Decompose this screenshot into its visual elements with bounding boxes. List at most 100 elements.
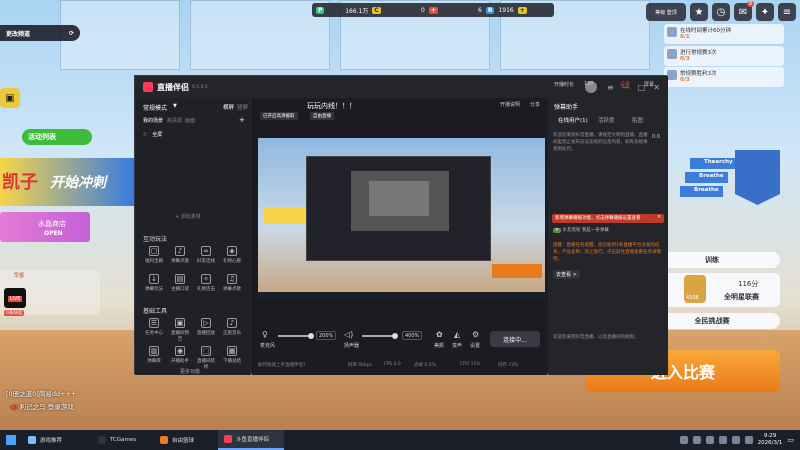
tool-item[interactable]: ▥ 弹幕库	[145, 346, 163, 370]
activity-list-button[interactable]: 活动列表	[22, 129, 92, 145]
task-item[interactable]: 进行常规赛3次 0/3	[664, 46, 784, 66]
menu-icon[interactable]: ≡	[778, 3, 796, 21]
portrait-option[interactable]: 竖屏	[237, 103, 248, 111]
taskbar-item-freestyle[interactable]: 自由篮球	[154, 430, 218, 450]
tool-item[interactable]: ♪ 正版音乐	[223, 318, 241, 342]
tab-my-scene[interactable]: 我的场景	[143, 117, 163, 124]
tool-item[interactable]: ⬚ 直播间装修	[197, 346, 215, 370]
settings-icon[interactable]: ⚙	[472, 330, 479, 339]
scene-grip-icon: ⠿	[143, 132, 147, 138]
interact-label: 弹幕点歌	[171, 259, 189, 264]
taskbar-item-live-companion[interactable]: 斗鱼直播伴侣	[218, 430, 284, 450]
scene-item[interactable]: ⠿ 全屏	[143, 131, 243, 141]
speaker-slider[interactable]	[362, 333, 398, 339]
beauty-icon[interactable]: ✿	[436, 330, 443, 339]
interact-item[interactable]: ▤ 主播口袋	[171, 274, 189, 298]
voice-change-icon[interactable]: ◭	[454, 330, 460, 339]
coin-value: 0	[420, 6, 425, 14]
windows-icon	[6, 435, 16, 445]
task-item[interactable]: 常规赛胜利3次 0/3	[664, 67, 784, 87]
volume-icon[interactable]	[744, 436, 753, 444]
tool-item[interactable]: ▦ 下播总结	[223, 346, 241, 370]
view-link[interactable]: 去查看 >	[553, 270, 580, 279]
interact-item[interactable]: ♪ 弹幕点歌	[171, 246, 189, 270]
mode-select[interactable]: 常规模式	[143, 103, 167, 112]
tool-item[interactable]: ▣ 直播间预告	[171, 318, 189, 342]
promo-banner[interactable]: 凯子 开始冲刺	[0, 158, 134, 206]
clock-icon[interactable]: ◷	[712, 3, 730, 21]
stream-info-link[interactable]: 开播说明	[500, 101, 520, 108]
close-icon[interactable]: ✕	[657, 215, 661, 220]
mic-label: 麦克风	[260, 343, 276, 349]
bulb-icon[interactable]: ✦	[756, 3, 774, 21]
nested-promo	[264, 208, 306, 224]
tool-label: 直播回放	[197, 331, 215, 336]
settings-link[interactable]: 设置	[620, 81, 630, 88]
shop-status: OPEN	[44, 230, 63, 237]
interact-item[interactable]: ∞ 好友连线	[197, 246, 215, 270]
preview-canvas[interactable]	[258, 138, 545, 300]
mic-value[interactable]: 200%	[316, 331, 337, 340]
mic-slider[interactable]	[278, 333, 314, 339]
level-button[interactable]: 等级 登顶	[646, 3, 686, 21]
channel-button[interactable]: 更改频道 ⟳	[0, 25, 80, 41]
shop-bag-icon[interactable]: ▣	[0, 88, 20, 108]
add-icon[interactable]: +	[517, 6, 527, 14]
speaker-value[interactable]: 400%	[402, 331, 423, 340]
tab-hd-source[interactable]: 高清源	[167, 117, 182, 124]
assistant-title: 弹幕助手	[554, 104, 579, 111]
speaker-icon[interactable]: ◁)	[344, 330, 353, 339]
interact-item[interactable]: ◈ 礼物心愿	[223, 246, 241, 270]
tool-item[interactable]: ☰ 任务中心	[145, 318, 163, 342]
crystal-shop-card[interactable]: 水晶商店 OPEN	[0, 212, 90, 242]
go-live-button[interactable]: 连接中...	[490, 331, 540, 347]
mic-icon[interactable]: ♀	[262, 330, 268, 339]
landscape-option[interactable]: 横屏	[223, 103, 234, 111]
share-link[interactable]: 分享	[530, 101, 540, 108]
live-button[interactable]: LIVE	[4, 288, 26, 308]
task-item[interactable]: 在线时间累计60分钟 0/1	[664, 24, 784, 44]
start-button[interactable]	[0, 430, 22, 450]
tool-item[interactable]: ▷ 直播回放	[197, 318, 215, 342]
close-icon[interactable]: ✕	[653, 83, 660, 92]
taskbar: 游戏推荐 TCGames 自由篮球 斗鱼直播伴侣 9:29 2026/3/1 ▭	[0, 430, 800, 450]
taskbar-item-tcgames[interactable]: TCGames	[92, 430, 154, 450]
voice-change-label: 变声	[452, 343, 463, 349]
add-icon[interactable]: +	[239, 116, 245, 124]
interact-item[interactable]: ✧ 礼物连击	[197, 274, 215, 298]
danmu-icon: ▥	[149, 346, 159, 356]
interact-item[interactable]: ♫ 弹幕点歌	[223, 274, 241, 298]
medal-icon[interactable]: ★	[690, 3, 708, 21]
status-hint[interactable]: 如何快速上手直播伴侣?	[258, 362, 305, 368]
tray-app-icon[interactable]	[679, 436, 688, 444]
status-memory: 内存 73%	[498, 363, 519, 368]
tip-bar[interactable]: 新增弹幕播报功能，点击弹幕播报设置查看 ✕	[552, 214, 664, 223]
interact-item[interactable]: ▢ 福利宝箱	[145, 246, 163, 270]
tool-item[interactable]: ◉ 开播助手	[171, 346, 189, 370]
interact-label: 福利宝箱	[145, 259, 163, 264]
screen-link[interactable]: 屏幕	[644, 81, 654, 88]
taskbar-item-game-recommend[interactable]: 游戏推荐	[22, 430, 92, 450]
task-title: 进行常规赛3次	[680, 50, 717, 56]
chat-text: 水友黑粉 我是一条弹幕	[562, 228, 609, 233]
interact-item[interactable]: ↓ 弹幕玩法	[145, 274, 163, 298]
tab-online-users[interactable]: 在线用户(1)	[558, 116, 588, 124]
add-source-button[interactable]: + 添加素材	[175, 213, 201, 220]
notification-icon[interactable]: ▭	[787, 436, 794, 444]
ime-icon[interactable]	[718, 436, 727, 444]
chat-user-line: [0册之道0]简易dd+++	[6, 388, 76, 398]
clock[interactable]: 9:29 2026/3/1	[758, 433, 783, 447]
tray-app-icon[interactable]	[705, 436, 714, 444]
clock-date: 2026/3/1	[757, 440, 783, 446]
tab-canvas[interactable]: 画面	[185, 117, 195, 124]
tab-activity[interactable]: 活跃度	[598, 116, 615, 124]
tool-label: 开播助手	[171, 359, 189, 364]
tray-app-icon[interactable]	[692, 436, 701, 444]
more-button[interactable]: 更多功能	[180, 368, 200, 375]
ticket-icon: +	[428, 6, 438, 14]
tab-sticker[interactable]: 贴图	[632, 116, 643, 124]
gift-icon[interactable]: ✉ 8	[734, 1, 754, 21]
menu-icon[interactable]: ≡	[607, 83, 614, 92]
tip-text: 新增弹幕播报功能，点击弹幕播报设置查看	[555, 216, 641, 221]
network-icon[interactable]	[731, 436, 740, 444]
